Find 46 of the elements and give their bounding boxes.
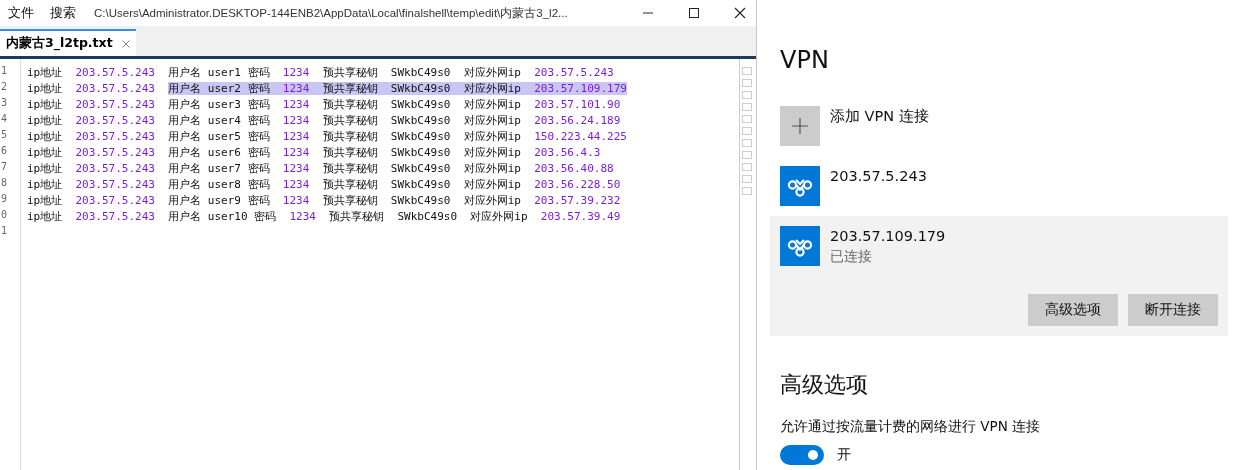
line-number: 6 — [0, 144, 9, 158]
vpn-icon — [780, 166, 820, 206]
vpn-name: 203.57.109.179 — [830, 227, 946, 246]
code-line: ip地址 203.57.5.243 用户名 user6 密码 1234 预共享秘钥 SWkbC49s0 对应外网ip 203.56.4.3 — [27, 146, 601, 159]
line-number: 3 — [0, 96, 9, 110]
code-line: ip地址 203.57.5.243 用户名 user2 密码 1234 预共享秘钥 SWkbC49s0 对应外网ip 203.57.109.179 — [27, 82, 627, 95]
window-title: C:\Users\Administrator.DESKTOP-144ENB2\AppData\Local\finalshell\temp\edit\内蒙古3_l2... — [94, 5, 568, 21]
line-number: 2 — [0, 80, 9, 94]
line-number: 1 — [0, 64, 9, 78]
line-number: 0 — [0, 208, 9, 222]
code-line: ip地址 203.57.5.243 用户名 user3 密码 1234 预共享秘钥 SWkbC49s0 对应外网ip 203.57.101.90 — [27, 98, 621, 111]
code-line: ip地址 203.57.5.243 用户名 user1 密码 1234 预共享秘钥 SWkbC49s0 对应外网ip 203.57.5.243 — [27, 66, 614, 79]
toggle-state: 开 — [837, 446, 851, 464]
scroll-track[interactable] — [739, 59, 754, 470]
plus-icon — [780, 106, 820, 146]
action-button[interactable]: 高级选项 — [1028, 294, 1118, 326]
vpn-list-item[interactable]: 添加 VPN 连接 — [770, 96, 1228, 156]
file-tab[interactable]: 内蒙古3_l2tp.txt — [0, 29, 136, 56]
setting-label: 允许通过按流量计费的网络进行 VPN 连接 — [780, 418, 1042, 436]
line-number: 7 — [0, 160, 9, 174]
line-number: 1 — [0, 224, 9, 238]
action-button[interactable]: 断开连接 — [1128, 294, 1218, 326]
toggle-switch[interactable] — [780, 445, 824, 465]
vpn-list-item[interactable]: 203.57.109.179 已连接 高级选项 断开连接 — [770, 216, 1228, 336]
code-line: ip地址 203.57.5.243 用户名 user5 密码 1234 预共享秘钥 SWkbC49s0 对应外网ip 150.223.44.225 — [27, 130, 627, 143]
vpn-name: 203.57.5.243 — [830, 167, 927, 186]
vpn-list-item[interactable]: 203.57.5.243 — [770, 156, 1228, 216]
close-icon[interactable] — [734, 7, 746, 19]
tab-label: 内蒙古3_l2tp.txt — [6, 35, 113, 52]
vpn-name: 添加 VPN 连接 — [830, 107, 929, 126]
line-number: 9 — [0, 192, 9, 206]
maximize-icon[interactable] — [688, 7, 700, 19]
line-number: 4 — [0, 112, 9, 126]
menu-item[interactable]: 搜索 — [50, 4, 76, 22]
section-heading: 高级选项 — [780, 371, 869, 399]
code-line: ip地址 203.57.5.243 用户名 user4 密码 1234 预共享秘钥 SWkbC49s0 对应外网ip 203.56.24.189 — [27, 114, 621, 127]
menu-item[interactable]: 文件 — [8, 4, 34, 22]
code-line: ip地址 203.57.5.243 用户名 user10 密码 1234 预共享秘钥 SWkbC49s0 对应外网ip 203.57.39.49 — [27, 210, 621, 223]
code-line: ip地址 203.57.5.243 用户名 user9 密码 1234 预共享秘钥 SWkbC49s0 对应外网ip 203.57.39.232 — [27, 194, 621, 207]
page-title: VPN — [780, 46, 830, 74]
code-line: ip地址 203.57.5.243 用户名 user8 密码 1234 预共享秘钥 SWkbC49s0 对应外网ip 203.56.228.50 — [27, 178, 621, 191]
connection-status: 已连接 — [830, 247, 873, 266]
line-number: 8 — [0, 176, 9, 190]
line-number: 5 — [0, 128, 9, 142]
vpn-icon — [780, 226, 820, 266]
code-line: ip地址 203.57.5.243 用户名 user7 密码 1234 预共享秘钥 SWkbC49s0 对应外网ip 203.56.40.88 — [27, 162, 614, 175]
